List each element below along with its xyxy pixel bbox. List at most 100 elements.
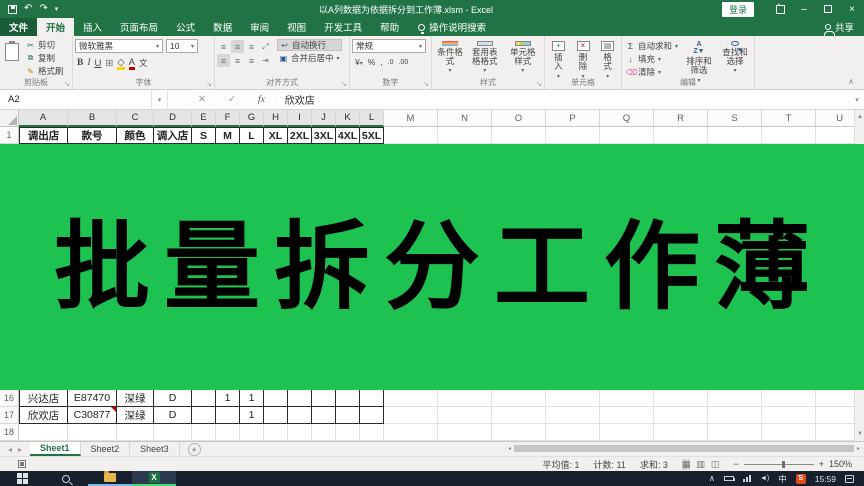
cell-D16[interactable]: D (154, 390, 192, 407)
cell-M17[interactable] (384, 407, 438, 424)
close-button[interactable]: × (840, 0, 864, 18)
cell-F18[interactable] (216, 424, 240, 441)
cell-Q16[interactable] (600, 390, 654, 407)
increase-decimal-button[interactable]: .0 (388, 59, 394, 66)
sogou-icon[interactable]: S (795, 473, 806, 484)
font-name-select[interactable]: 微软雅黑 ▾ (75, 39, 163, 53)
cell-T1[interactable] (762, 127, 816, 144)
excel-taskbar-button[interactable]: X (132, 471, 176, 486)
expand-formula-bar-icon[interactable]: ▾ (850, 90, 864, 109)
column-header-F[interactable]: F (216, 110, 240, 127)
bold-button[interactable]: B (77, 58, 83, 68)
cell-T18[interactable] (762, 424, 816, 441)
row-header-18[interactable]: 18 (0, 424, 19, 441)
cell-B1[interactable]: 款号 (68, 127, 117, 144)
cell-B16[interactable]: E87470 (68, 390, 117, 407)
cell-Q18[interactable] (600, 424, 654, 441)
column-header-G[interactable]: G (240, 110, 264, 127)
autosum-button[interactable]: Σ 自动求和 ▾ (624, 40, 680, 52)
cell-L1[interactable]: 5XL (360, 127, 384, 144)
scroll-up-icon[interactable]: ▲ (855, 111, 864, 123)
scroll-left-icon[interactable]: ◂ (508, 445, 511, 452)
macro-record-icon[interactable] (18, 460, 26, 468)
tab-file[interactable]: 文件 (0, 18, 38, 36)
cell-N18[interactable] (438, 424, 492, 441)
cell-N16[interactable] (438, 390, 492, 407)
hidden-icons-chevron[interactable]: ∧ (709, 473, 715, 484)
column-header-R[interactable]: R (654, 110, 708, 127)
cell-R1[interactable] (654, 127, 708, 144)
cell-F16[interactable]: 1 (216, 390, 240, 407)
cell-H1[interactable]: XL (264, 127, 288, 144)
battery-icon[interactable] (723, 476, 735, 481)
cell-F17[interactable] (216, 407, 240, 424)
cell-K16[interactable] (336, 390, 360, 407)
cell-K18[interactable] (336, 424, 360, 441)
collapse-ribbon-icon[interactable]: ∧ (848, 77, 854, 86)
insert-cells-button[interactable]: + 插入 ▾ (547, 39, 570, 80)
cell-L16[interactable] (360, 390, 384, 407)
column-header-Q[interactable]: Q (600, 110, 654, 127)
cell-J17[interactable] (312, 407, 336, 424)
cell-H18[interactable] (264, 424, 288, 441)
wrap-text-button[interactable]: ↩ 自动换行 (277, 39, 342, 51)
tab-view[interactable]: 视图 (278, 18, 315, 36)
tab-help[interactable]: 帮助 (371, 18, 408, 36)
cell-I18[interactable] (288, 424, 312, 441)
cell-C17[interactable]: 深绿 (117, 407, 154, 424)
copy-button[interactable]: ⧉ 复制 (24, 52, 66, 64)
sheet-tab-sheet1[interactable]: Sheet1 (30, 442, 81, 456)
tab-formulas[interactable]: 公式 (167, 18, 204, 36)
cell-K1[interactable]: 4XL (336, 127, 360, 144)
zoom-slider[interactable] (743, 460, 814, 468)
cell-O17[interactable] (492, 407, 546, 424)
notification-center-icon[interactable] (845, 474, 854, 483)
fill-button[interactable]: ↓ 填充 ▾ (624, 53, 680, 65)
tab-review[interactable]: 审阅 (241, 18, 278, 36)
redo-icon[interactable]: ↷ (39, 4, 47, 14)
zoom-level[interactable]: 150% (829, 459, 852, 469)
cell-A1[interactable]: 调出店 (19, 127, 68, 144)
cell-O16[interactable] (492, 390, 546, 407)
cell-N17[interactable] (438, 407, 492, 424)
sort-filter-button[interactable]: A Z▼ 排序和筛选 ▾ (682, 39, 716, 84)
font-size-select[interactable]: 10 ▾ (166, 39, 198, 53)
cell-E17[interactable] (192, 407, 216, 424)
format-as-table-button[interactable]: 套用表格格式 ▾ (468, 39, 502, 77)
cell-S1[interactable] (708, 127, 762, 144)
column-header-L[interactable]: L (360, 110, 384, 127)
volume-icon[interactable]: ◄) (760, 475, 769, 482)
name-box-dropdown-icon[interactable]: ▾ (152, 90, 168, 109)
indent-icon[interactable]: ⇥ (259, 54, 272, 67)
ime-indicator[interactable]: 中 (778, 473, 787, 485)
cell-J1[interactable]: 3XL (312, 127, 336, 144)
cell-M16[interactable] (384, 390, 438, 407)
italic-button[interactable]: I (87, 58, 90, 68)
column-header-H[interactable]: H (264, 110, 288, 127)
dialog-launcher-icon[interactable]: ↘ (423, 80, 429, 88)
cell-S16[interactable] (708, 390, 762, 407)
taskbar-clock[interactable]: 15:59 (815, 474, 836, 484)
paste-button[interactable] (2, 39, 22, 77)
cell-R16[interactable] (654, 390, 708, 407)
cell-D1[interactable]: 调入店 (154, 127, 192, 144)
row-header-1[interactable]: 1 (0, 127, 19, 144)
cell-M1[interactable] (384, 127, 438, 144)
scroll-down-icon[interactable]: ▼ (855, 428, 864, 440)
percent-button[interactable]: % (368, 57, 376, 67)
select-all-corner[interactable] (0, 110, 19, 127)
share-button[interactable]: 共享 (823, 18, 864, 36)
border-button[interactable]: ⊞ (105, 58, 113, 69)
align-right-icon[interactable]: ≡ (245, 54, 258, 67)
number-format-select[interactable]: 常规 ▾ (352, 39, 426, 53)
normal-view-icon[interactable]: ▦ (681, 458, 691, 470)
column-header-B[interactable]: B (68, 110, 117, 127)
cell-P16[interactable] (546, 390, 600, 407)
tab-home[interactable]: 开始 (37, 18, 75, 36)
horizontal-scrollbar[interactable]: ◂ ▸ (508, 444, 860, 453)
cell-A16[interactable]: 兴达店 (19, 390, 68, 407)
dialog-launcher-icon[interactable]: ↘ (536, 80, 542, 88)
enter-icon[interactable]: ✓ (228, 94, 236, 105)
zoom-out-icon[interactable]: − (733, 459, 738, 469)
cell-L17[interactable] (360, 407, 384, 424)
